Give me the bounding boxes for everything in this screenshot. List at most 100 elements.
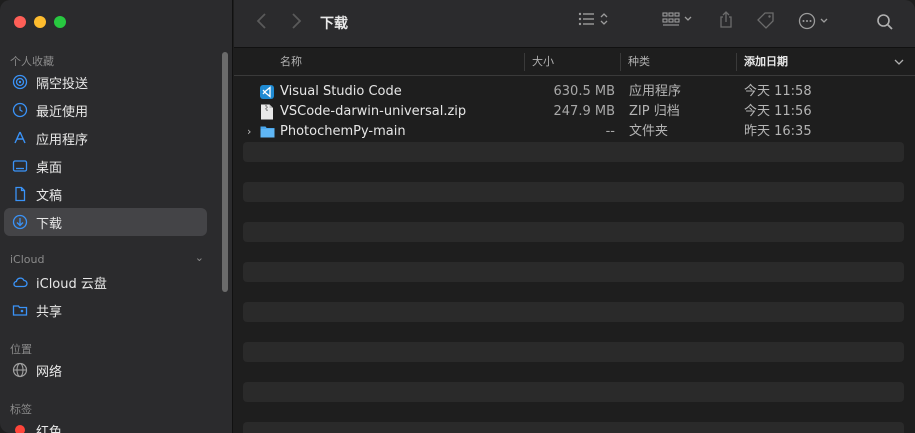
file-date: 今天 11:56 [744,104,812,119]
applications-icon [12,130,28,146]
file-name: VSCode-darwin-universal.zip [280,104,467,119]
empty-row [243,402,904,422]
download-icon [12,214,28,230]
sidebar-item-label: 共享 [36,304,63,320]
empty-row [243,382,904,402]
sidebar-item-label: 文稿 [36,188,63,204]
airdrop-icon [12,74,28,90]
globe-icon [12,362,28,378]
search-icon [877,14,893,30]
sort-chevron-icon[interactable] [894,49,904,77]
empty-row [243,322,904,342]
grid-icon [662,12,680,26]
column-size[interactable]: 大小 [532,48,554,76]
sidebar-item-downloads[interactable]: 下载 [4,208,207,236]
shared-folder-icon [12,302,28,318]
file-row[interactable]: Visual Studio Code 630.5 MB 应用程序 今天 11:5… [243,82,904,102]
finder-window: 个人收藏 隔空投送 最近使用 应用程序 桌面 文稿 下载 iCloud ⌄ iC… [0,0,915,433]
chevron-down-icon [820,18,828,23]
file-size: 630.5 MB [553,84,615,99]
document-icon [12,186,28,202]
tag-icon [757,12,774,29]
file-date: 今天 11:58 [744,84,812,99]
sidebar-scrollbar[interactable] [222,52,228,292]
empty-row [243,362,904,382]
section-favorites: 个人收藏 [10,55,54,68]
share-button[interactable] [718,11,734,29]
folder-icon [260,125,275,141]
sidebar-item-label: 隔空投送 [36,76,89,92]
sidebar-item-applications[interactable]: 应用程序 [4,124,207,152]
minimize-button[interactable] [34,16,46,28]
empty-row [243,142,904,162]
sidebar-item-desktop[interactable]: 桌面 [4,152,207,180]
file-kind: ZIP 归档 [629,104,680,119]
sidebar-item-icloud-drive[interactable]: iCloud 云盘 [4,268,207,296]
column-header: 名称 大小 种类 添加日期 [234,48,915,76]
empty-row [243,242,904,262]
chevron-down-icon[interactable]: ⌄ [195,251,204,264]
tag-button[interactable] [756,11,776,29]
section-icloud: iCloud [10,253,45,266]
vscode-app-icon [260,84,274,100]
file-row[interactable]: › PhotochemPy-main -- 文件夹 昨天 16:35 [243,122,904,142]
list-view-button[interactable] [578,12,608,26]
sidebar-item-tag-red[interactable]: 红色 [4,416,207,433]
sidebar-item-label: 网络 [36,364,63,380]
sidebar: 个人收藏 隔空投送 最近使用 应用程序 桌面 文稿 下载 iCloud ⌄ iC… [0,0,233,433]
sidebar-item-airdrop[interactable]: 隔空投送 [4,68,207,96]
sidebar-item-label: 最近使用 [36,104,89,120]
action-button[interactable] [798,12,828,30]
zip-file-icon [260,104,274,120]
section-locations: 位置 [10,343,32,356]
chevron-right-icon [292,13,302,29]
red-tag-dot [15,425,25,433]
column-divider[interactable] [736,53,737,71]
column-divider[interactable] [620,53,621,71]
empty-row [243,262,904,282]
desktop-icon [12,158,28,174]
empty-row [243,302,904,322]
file-kind: 应用程序 [629,84,682,99]
empty-row [243,202,904,222]
sidebar-item-label: 红色 [36,424,63,433]
cloud-icon [12,274,28,290]
zoom-button[interactable] [54,16,66,28]
empty-row [243,162,904,182]
clock-icon [12,102,28,118]
search-button[interactable] [876,13,894,31]
forward-button[interactable] [286,12,306,35]
chevron-left-icon [256,13,266,29]
back-button[interactable] [252,12,272,35]
empty-row [243,422,904,433]
column-kind[interactable]: 种类 [628,48,650,76]
sidebar-item-recents[interactable]: 最近使用 [4,96,207,124]
file-row[interactable]: VSCode-darwin-universal.zip 247.9 MB ZIP… [243,102,904,122]
toolbar: 下载 [234,0,915,48]
column-date-added[interactable]: 添加日期 [744,48,788,76]
column-divider[interactable] [524,53,525,71]
ellipsis-circle-icon [798,12,816,30]
empty-row [243,182,904,202]
column-name[interactable]: 名称 [280,48,302,76]
share-icon [720,11,732,28]
empty-row [243,282,904,302]
empty-row [243,342,904,362]
file-name: Visual Studio Code [280,84,402,99]
list-view-icon [578,12,594,26]
sidebar-item-label: 下载 [36,216,63,232]
section-tags: 标签 [10,403,32,416]
sidebar-item-label: 桌面 [36,160,63,176]
disclosure-triangle-icon[interactable]: › [247,122,251,142]
sidebar-item-label: 应用程序 [36,132,89,148]
file-date: 昨天 16:35 [744,124,812,139]
chevron-down-icon [684,16,692,21]
window-title: 下载 [320,16,348,32]
sidebar-item-documents[interactable]: 文稿 [4,180,207,208]
empty-row [243,222,904,242]
group-button[interactable] [662,12,692,26]
close-button[interactable] [14,16,26,28]
file-kind: 文件夹 [629,124,669,139]
sidebar-item-shared[interactable]: 共享 [4,296,207,324]
sidebar-item-network[interactable]: 网络 [4,356,207,384]
